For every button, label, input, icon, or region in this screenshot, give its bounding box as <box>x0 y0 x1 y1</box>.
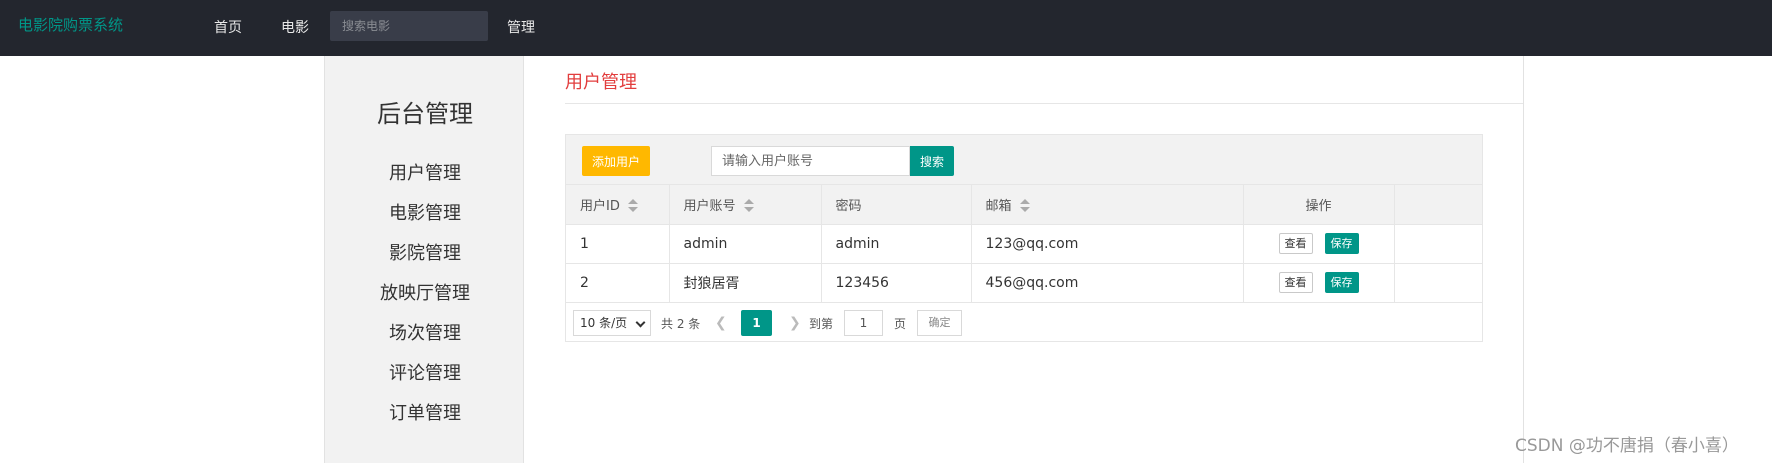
cell-user-account: admin <box>669 224 822 264</box>
column-header-password: 密码 <box>821 185 972 225</box>
column-header-account[interactable]: 用户账号 <box>669 185 822 225</box>
user-account-search-input[interactable] <box>711 146 910 176</box>
cell-user-account: 封狼居胥 <box>669 263 822 303</box>
column-header-label: 用户账号 <box>683 198 736 214</box>
add-user-button[interactable]: 添加用户 <box>582 146 650 176</box>
column-header-id[interactable]: 用户ID <box>566 185 670 225</box>
save-button[interactable]: 保存 <box>1324 233 1359 254</box>
cell-actions: 查看 保存 <box>1243 224 1395 264</box>
sidebar-item-orders[interactable]: 订单管理 <box>325 399 525 425</box>
cell-spacer <box>1394 224 1482 264</box>
column-header-email[interactable]: 邮箱 <box>971 185 1244 225</box>
cell-actions: 查看 保存 <box>1243 263 1395 303</box>
cell-email: 456@qq.com <box>971 263 1244 303</box>
table-header-row: 用户ID 用户账号 密码 邮箱 操作 <box>566 185 1482 225</box>
cell-spacer <box>1394 263 1482 303</box>
column-header-spacer <box>1394 185 1482 225</box>
page-title: 用户管理 <box>565 72 637 93</box>
goto-confirm-button[interactable]: 确定 <box>917 310 962 336</box>
save-button[interactable]: 保存 <box>1324 272 1359 293</box>
column-header-label: 用户ID <box>580 198 620 214</box>
title-divider <box>565 103 1523 104</box>
sidebar-item-movies[interactable]: 电影管理 <box>325 199 525 225</box>
nav-link-movie[interactable]: 电影 <box>281 17 309 37</box>
nav-link-home[interactable]: 首页 <box>214 17 242 37</box>
prev-page-icon[interactable]: ❮ <box>715 315 727 331</box>
page-size-value: 10 条/页 <box>580 316 628 330</box>
movie-search-input[interactable] <box>330 11 488 41</box>
top-nav: 电影院购票系统 首页 电影 管理 <box>0 0 1772 56</box>
nav-link-admin[interactable]: 管理 <box>507 17 535 37</box>
sort-icon[interactable] <box>1019 199 1030 213</box>
page-unit-label: 页 <box>894 317 907 331</box>
cell-email: 123@qq.com <box>971 224 1244 264</box>
column-header-label: 邮箱 <box>985 198 1012 214</box>
chevron-down-icon <box>635 317 646 328</box>
cell-password: admin <box>821 224 972 264</box>
sidebar-item-comments[interactable]: 评论管理 <box>325 359 525 385</box>
user-table: 用户ID 用户账号 密码 邮箱 操作 1 admin admin 123@qq.… <box>566 185 1482 303</box>
sort-icon[interactable] <box>627 199 638 213</box>
column-header-actions: 操作 <box>1243 185 1395 225</box>
goto-label: 到第 <box>809 317 834 331</box>
sidebar-item-users[interactable]: 用户管理 <box>325 159 525 185</box>
watermark: CSDN @功不唐捐（春小喜） <box>1515 436 1739 456</box>
next-page-icon[interactable]: ❯ <box>789 315 801 331</box>
cell-user-id: 1 <box>566 224 670 264</box>
pagination: 10 条/页 共 2 条 ❮ 1 ❯ 到第 页 确定 <box>566 303 1482 341</box>
cell-user-id: 2 <box>566 263 670 303</box>
sidebar-item-sessions[interactable]: 场次管理 <box>325 319 525 345</box>
goto-page-input[interactable] <box>844 310 883 336</box>
column-header-label: 操作 <box>1305 198 1332 214</box>
current-page-button[interactable]: 1 <box>741 310 772 336</box>
table-toolbar: 添加用户 搜索 <box>566 135 1482 185</box>
page-size-select[interactable]: 10 条/页 <box>573 310 651 336</box>
search-button[interactable]: 搜索 <box>910 146 954 176</box>
column-header-label: 密码 <box>835 198 862 214</box>
view-button[interactable]: 查看 <box>1278 272 1313 293</box>
sidebar-title: 后台管理 <box>377 100 473 128</box>
view-button[interactable]: 查看 <box>1278 233 1313 254</box>
brand-logo-text[interactable]: 电影院购票系统 <box>18 14 123 35</box>
table-row: 1 admin admin 123@qq.com 查看 保存 <box>566 224 1482 264</box>
admin-sidebar: 后台管理 用户管理 电影管理 影院管理 放映厅管理 场次管理 评论管理 订单管理 <box>324 56 524 463</box>
sort-icon[interactable] <box>743 199 754 213</box>
content-right-border <box>1523 56 1524 463</box>
table-row: 2 封狼居胥 123456 456@qq.com 查看 保存 <box>566 263 1482 303</box>
cell-password: 123456 <box>821 263 972 303</box>
user-table-panel: 添加用户 搜索 用户ID 用户账号 密码 邮箱 操作 1 admin admin… <box>565 134 1483 342</box>
sidebar-item-cinemas[interactable]: 影院管理 <box>325 239 525 265</box>
total-count: 共 2 条 <box>661 317 701 331</box>
sidebar-item-halls[interactable]: 放映厅管理 <box>325 279 525 305</box>
